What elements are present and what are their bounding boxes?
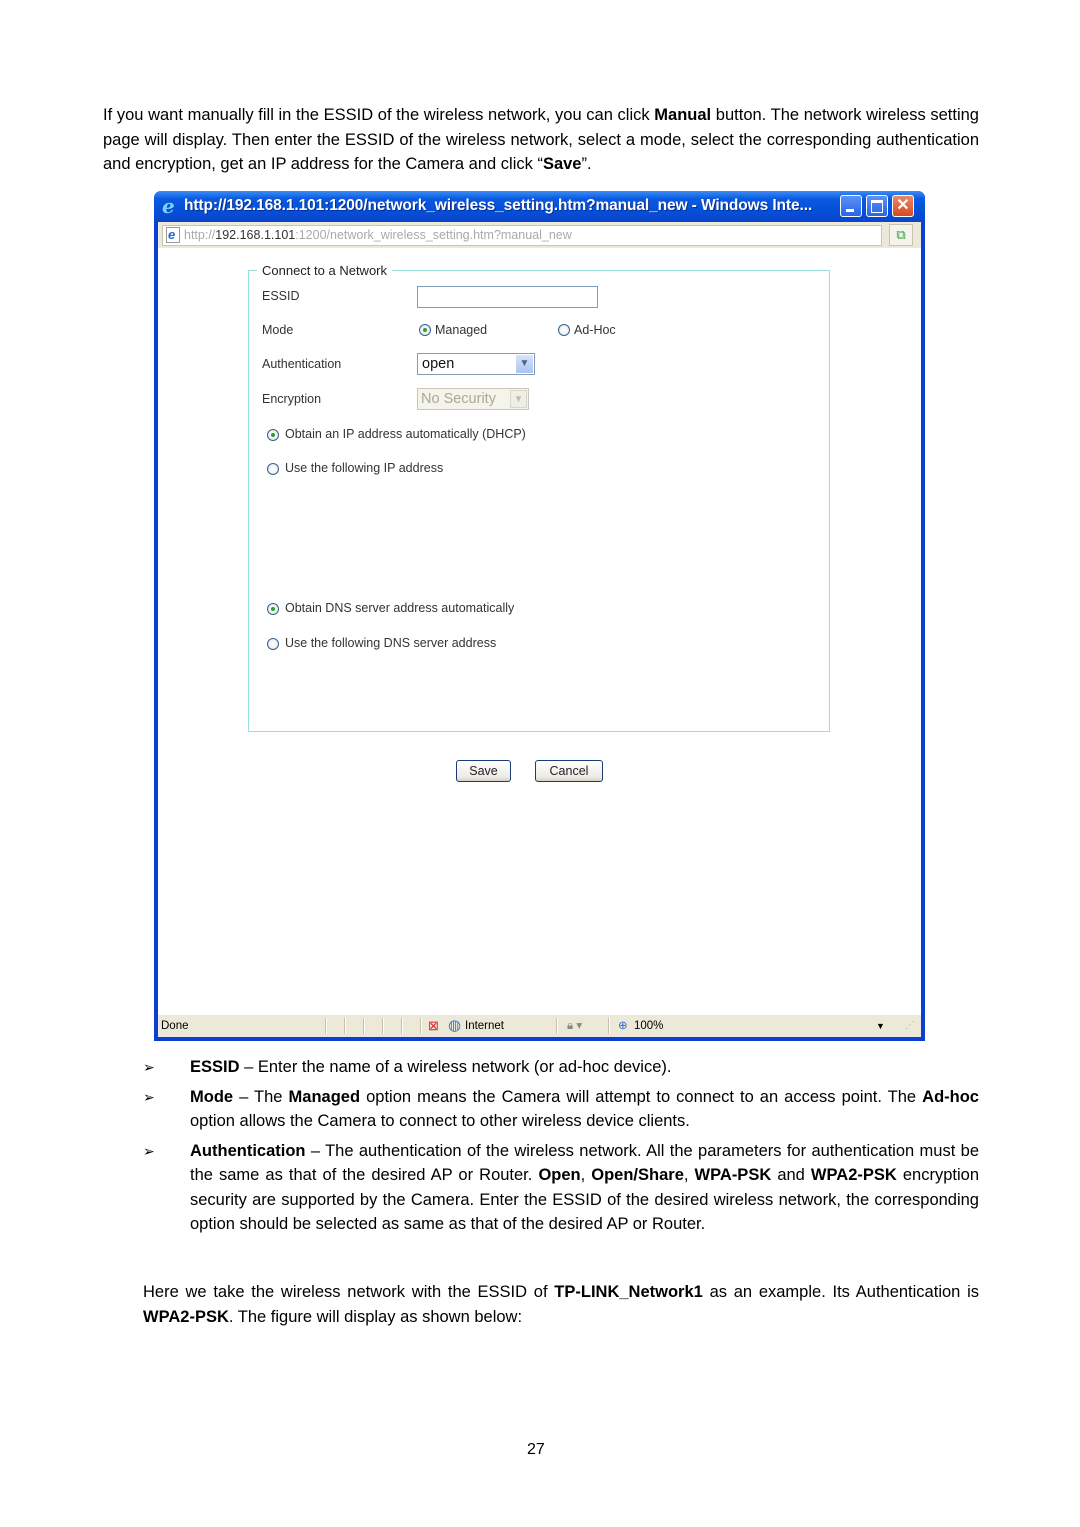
intro-bold-manual: Manual xyxy=(654,106,712,124)
encryption-value: No Security xyxy=(421,391,496,407)
encryption-select[interactable]: No Security ▼ xyxy=(417,388,529,410)
address-scheme: http:// xyxy=(184,228,216,242)
list-item: ➢ Mode – The Managed option means the Ca… xyxy=(143,1085,979,1134)
address-field[interactable]: http://192.168.1.101:1200/network_wirele… xyxy=(162,225,882,246)
bold-text: WPA2-PSK xyxy=(810,1166,897,1184)
arrow-bullet-icon: ➢ xyxy=(143,1142,155,1159)
list-item: ➢ Authentication – The authentication of… xyxy=(143,1139,979,1237)
mode-managed-label[interactable]: Managed xyxy=(435,323,487,337)
maximize-icon xyxy=(867,196,887,216)
bold-text: Open/Share xyxy=(591,1166,684,1184)
ip-dhcp-radio[interactable] xyxy=(267,429,279,441)
title-bar[interactable]: e http://192.168.1.101:1200/network_wire… xyxy=(154,191,925,222)
bold-text: Open xyxy=(538,1166,581,1184)
authentication-label: Authentication xyxy=(262,357,342,371)
globe-icon: ◍ xyxy=(448,1017,462,1034)
essid-input[interactable] xyxy=(417,286,598,308)
chevron-down-icon: ▼ xyxy=(510,390,527,408)
maximize-button[interactable] xyxy=(866,195,888,217)
protected-mode-icon[interactable]: 🔒︎ ▾ xyxy=(567,1015,582,1037)
arrow-bullet-icon: ➢ xyxy=(143,1059,155,1075)
bold-text: WPA-PSK xyxy=(694,1166,772,1184)
connect-network-fieldset: Connect to a Network ESSID Mode Managed … xyxy=(248,263,830,732)
ip-static-radio[interactable] xyxy=(267,463,279,475)
zoom-icon[interactable]: ⊕ xyxy=(618,1015,628,1037)
intro-paragraph: If you want manually fill in the ESSID o… xyxy=(103,103,979,177)
cancel-button[interactable]: Cancel xyxy=(535,760,603,782)
status-text: Done xyxy=(161,1020,189,1032)
dns-auto-radio[interactable] xyxy=(267,603,279,615)
paragraph-text: Here we take the wireless network with t… xyxy=(143,1283,555,1301)
ip-dhcp-label[interactable]: Obtain an IP address automatically (DHCP… xyxy=(285,427,526,441)
paragraph-text: as an example. Its Authentication is xyxy=(702,1283,979,1301)
mode-managed-radio[interactable] xyxy=(419,324,431,336)
dns-auto-label[interactable]: Obtain DNS server address automatically xyxy=(285,601,514,615)
address-bar: http://192.168.1.101:1200/network_wirele… xyxy=(158,222,921,249)
security-zone: Internet xyxy=(465,1020,504,1032)
bold-text: Managed xyxy=(288,1087,361,1106)
compatibility-view-button[interactable]: ⧉ xyxy=(889,224,913,246)
encryption-label: Encryption xyxy=(262,392,322,406)
window-title: http://192.168.1.101:1200/network_wirele… xyxy=(184,197,813,214)
zoom-dropdown-icon[interactable]: ▼ xyxy=(876,1015,885,1037)
page-icon xyxy=(166,225,180,244)
mode-adhoc-label[interactable]: Ad-Hoc xyxy=(574,323,616,337)
bold-text: WPA2-PSK xyxy=(143,1307,229,1326)
definition: option means the Camera will attempt to … xyxy=(360,1087,923,1106)
definition: , xyxy=(683,1166,695,1184)
term: ESSID xyxy=(190,1058,240,1076)
browser-window: e http://192.168.1.101:1200/network_wire… xyxy=(154,191,925,1041)
resize-grip-icon[interactable]: ⋰ xyxy=(905,1015,915,1037)
paragraph-text: . The figure will display as shown below… xyxy=(228,1307,523,1326)
definition: – Enter the name of a wireless network (… xyxy=(239,1058,672,1076)
intro-bold-save: Save xyxy=(542,155,582,173)
fieldset-legend: Connect to a Network xyxy=(257,263,393,278)
definition: – The xyxy=(233,1087,289,1106)
save-button[interactable]: Save xyxy=(456,760,511,782)
bold-text: Ad-hoc xyxy=(922,1087,979,1106)
minimize-button[interactable] xyxy=(840,195,862,217)
zoom-level[interactable]: 100% xyxy=(634,1015,663,1037)
intro-text: If you want manually fill in the ESSID o… xyxy=(103,106,655,124)
compatibility-icon: ⧉ xyxy=(896,227,906,242)
authentication-value: open xyxy=(422,356,455,372)
term: Mode xyxy=(190,1087,234,1106)
authentication-select[interactable]: open ▼ xyxy=(417,353,535,375)
chevron-down-icon: ▼ xyxy=(516,355,533,373)
minimize-icon xyxy=(841,196,861,216)
definition: option allows the Camera to connect to o… xyxy=(190,1112,690,1130)
ip-static-label[interactable]: Use the following IP address xyxy=(285,461,443,475)
term: Authentication xyxy=(190,1141,306,1160)
list-item: ➢ ESSID – Enter the name of a wireless n… xyxy=(143,1055,979,1080)
bold-text: TP-LINK_Network1 xyxy=(554,1283,703,1301)
dns-static-radio[interactable] xyxy=(267,638,279,650)
mode-adhoc-radio[interactable] xyxy=(558,324,570,336)
definition: , xyxy=(580,1166,592,1184)
close-icon: ✕ xyxy=(896,197,910,214)
definitions-list: ➢ ESSID – Enter the name of a wireless n… xyxy=(143,1055,979,1242)
address-host: 192.168.1.101 xyxy=(215,228,296,242)
dns-static-label[interactable]: Use the following DNS server address xyxy=(285,636,496,650)
arrow-bullet-icon: ➢ xyxy=(143,1088,155,1105)
example-paragraph: Here we take the wireless network with t… xyxy=(143,1280,979,1329)
status-bar: Done ⊠ ◍ Internet 🔒︎ ▾ ⊕ 100% ▼ ⋰ xyxy=(158,1014,921,1037)
definition: and xyxy=(771,1166,811,1184)
address-path: :1200/network_wireless_setting.htm?manua… xyxy=(295,228,572,242)
popup-blocked-icon[interactable]: ⊠ xyxy=(428,1015,439,1037)
ie-logo-icon: e xyxy=(162,194,175,218)
essid-label: ESSID xyxy=(262,289,300,303)
mode-label: Mode xyxy=(262,323,294,337)
page-content: Connect to a Network ESSID Mode Managed … xyxy=(158,248,921,1014)
page-number: 27 xyxy=(527,1441,545,1458)
close-button[interactable]: ✕ xyxy=(892,195,914,217)
intro-text: ”. xyxy=(581,155,592,173)
